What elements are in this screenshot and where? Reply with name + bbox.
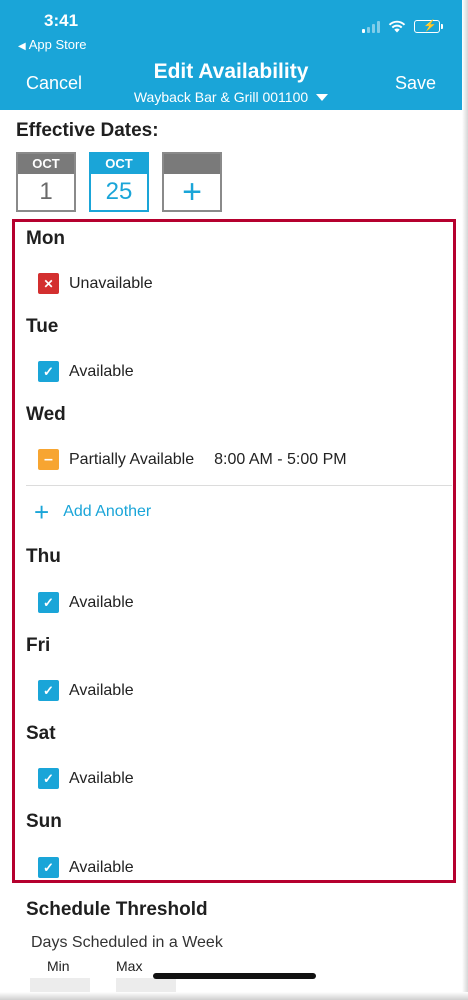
- screen: 3:41 ◀ App Store ⚡ Cancel Edit Availabili…: [0, 0, 468, 1000]
- day-label-thu: Thu: [26, 546, 61, 567]
- date-card-1[interactable]: OCT 1: [16, 152, 76, 212]
- date-day: 1: [39, 178, 53, 205]
- status-text: Available: [69, 362, 134, 380]
- battery-charging-icon: ⚡: [414, 20, 443, 33]
- status-text: Available: [69, 681, 134, 699]
- status-row-fri[interactable]: ✓ Available: [38, 680, 134, 701]
- effective-dates-label: Effective Dates:: [16, 120, 159, 141]
- status-row-wed[interactable]: – Partially Available 8:00 AM - 5:00 PM: [38, 449, 347, 470]
- status-row-thu[interactable]: ✓ Available: [38, 592, 134, 613]
- day-label-fri: Fri: [26, 635, 51, 656]
- date-card-2[interactable]: OCT 25: [89, 152, 149, 212]
- check-icon: ✓: [38, 857, 59, 878]
- status-row-tue[interactable]: ✓ Available: [38, 361, 134, 382]
- add-another-label: Add Another: [63, 503, 152, 520]
- wifi-icon: [388, 20, 406, 33]
- check-icon: ✓: [38, 361, 59, 382]
- status-text: Available: [69, 858, 134, 876]
- day-label-wed: Wed: [26, 404, 66, 425]
- plus-icon: +: [34, 497, 50, 527]
- schedule-threshold-subtitle: Days Scheduled in a Week: [31, 934, 223, 951]
- date-month-blank: [164, 154, 220, 174]
- day-label-tue: Tue: [26, 316, 59, 337]
- check-icon: ✓: [38, 768, 59, 789]
- divider: [26, 485, 452, 486]
- page-title: Edit Availability: [153, 60, 309, 83]
- day-label-mon: Mon: [26, 228, 66, 249]
- day-label-sat: Sat: [26, 723, 56, 744]
- location-label: Wayback Bar & Grill 001100: [133, 89, 309, 105]
- frame-edge: [462, 0, 468, 1000]
- status-text: Unavailable: [69, 274, 153, 292]
- date-day: 25: [105, 178, 133, 205]
- check-icon: ✓: [38, 680, 59, 701]
- status-row-sat[interactable]: ✓ Available: [38, 768, 134, 789]
- status-text: Available: [69, 769, 134, 787]
- home-indicator: [153, 973, 316, 979]
- chevron-down-icon: [316, 94, 329, 101]
- status-icons: ⚡: [362, 20, 443, 33]
- location-selector[interactable]: Wayback Bar & Grill 001100: [0, 89, 462, 105]
- triangle-left-icon: ◀: [18, 41, 26, 52]
- x-icon: ✕: [38, 273, 59, 294]
- status-row-mon[interactable]: ✕ Unavailable: [38, 273, 153, 294]
- status-time: 3:41: [44, 11, 79, 30]
- time-range[interactable]: 8:00 AM - 5:00 PM: [214, 451, 347, 469]
- back-to-app-store[interactable]: ◀ App Store: [18, 37, 87, 52]
- plus-icon: +: [182, 173, 202, 211]
- day-label-sun: Sun: [26, 811, 62, 832]
- check-icon: ✓: [38, 592, 59, 613]
- back-label: App Store: [28, 37, 87, 52]
- cellular-signal-icon: [362, 20, 380, 33]
- schedule-threshold-title: Schedule Threshold: [26, 899, 208, 920]
- status-row-sun[interactable]: ✓ Available: [38, 857, 134, 878]
- save-button[interactable]: Save: [395, 73, 436, 94]
- status-text: Partially Available: [69, 450, 195, 468]
- header: 3:41 ◀ App Store ⚡ Cancel Edit Availabili…: [0, 0, 462, 110]
- add-another-button[interactable]: + Add Another: [34, 497, 152, 527]
- min-label: Min: [47, 958, 70, 974]
- minus-icon: –: [38, 449, 59, 470]
- date-month: OCT: [18, 154, 74, 174]
- add-date-button[interactable]: +: [162, 152, 222, 212]
- status-text: Available: [69, 593, 134, 611]
- max-label: Max: [116, 958, 143, 974]
- frame-edge: [0, 992, 468, 1000]
- date-month: OCT: [91, 154, 147, 174]
